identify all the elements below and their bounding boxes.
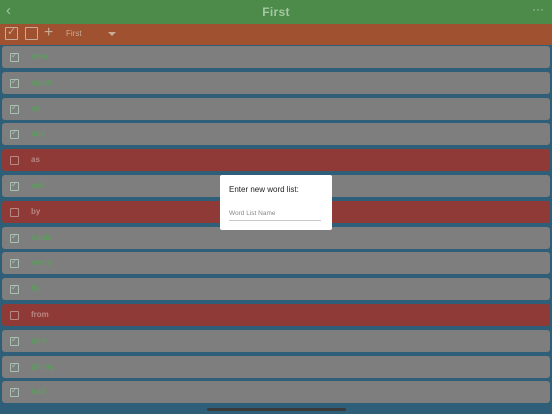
- list-item-word: again: [31, 77, 52, 87]
- list-item-word: after: [31, 52, 49, 61]
- checkbox-empty-icon[interactable]: [10, 156, 19, 166]
- list-item-word: fly: [31, 284, 41, 294]
- page-title: First: [262, 5, 290, 19]
- toolbar: + First: [0, 24, 552, 45]
- list-item-word: by: [31, 206, 41, 216]
- list-item[interactable]: giving: [2, 355, 550, 378]
- checkbox-checked-icon[interactable]: [10, 128, 19, 140]
- back-chevron-icon[interactable]: ‹: [6, 3, 11, 19]
- more-icon[interactable]: ···: [532, 2, 544, 16]
- caret-down-icon: [108, 32, 116, 36]
- checkbox-empty-icon[interactable]: [10, 311, 19, 320]
- list-item-word: every: [31, 258, 52, 268]
- list-item[interactable]: fly: [2, 278, 550, 301]
- checkbox-checked-icon[interactable]: [10, 51, 19, 62]
- list-item-word: had: [31, 387, 46, 397]
- list-item[interactable]: every: [2, 252, 550, 275]
- title-bar: ‹ First ···: [0, 0, 552, 24]
- select-all-checkbox-icon[interactable]: [5, 25, 18, 40]
- list-item[interactable]: an: [2, 97, 550, 120]
- new-word-list-dialog: Enter new word list:: [220, 175, 332, 230]
- checkbox-checked-icon[interactable]: [10, 386, 19, 398]
- dialog-heading: Enter new word list:: [229, 185, 299, 194]
- list-item[interactable]: give: [2, 329, 550, 352]
- list-item[interactable]: had: [2, 381, 550, 404]
- list-item-word: as: [31, 155, 40, 165]
- list-item-word: any: [31, 129, 45, 139]
- list-item[interactable]: any: [2, 123, 550, 146]
- checkbox-checked-icon[interactable]: [10, 361, 19, 372]
- list-item-word: an: [31, 103, 41, 113]
- word-list-select-value: First: [66, 29, 82, 38]
- checkbox-checked-icon[interactable]: [10, 77, 19, 88]
- checkbox-checked-icon[interactable]: [10, 232, 19, 243]
- list-item[interactable]: again: [2, 71, 550, 94]
- checkbox-checked-icon[interactable]: [10, 257, 19, 269]
- list-item-word: giving: [31, 361, 55, 371]
- list-item-word: ask: [31, 181, 45, 190]
- select-none-checkbox-icon[interactable]: [25, 27, 38, 40]
- list-item[interactable]: as: [2, 149, 550, 172]
- word-list-name-input[interactable]: [229, 206, 321, 221]
- checkbox-checked-icon[interactable]: [10, 180, 19, 191]
- checkbox-empty-icon[interactable]: [10, 207, 19, 217]
- checkbox-checked-icon[interactable]: [10, 335, 19, 346]
- checkbox-checked-icon[interactable]: [10, 103, 19, 114]
- scrollbar[interactable]: [207, 408, 346, 411]
- list-item[interactable]: after: [2, 46, 550, 68]
- list-item-word: could: [31, 232, 53, 242]
- word-list-select[interactable]: First: [66, 28, 121, 42]
- add-list-plus-icon[interactable]: +: [44, 25, 53, 41]
- list-item[interactable]: from: [2, 304, 550, 326]
- list-item-word: from: [31, 310, 49, 319]
- checkbox-checked-icon[interactable]: [10, 283, 19, 295]
- list-item-word: give: [31, 335, 48, 345]
